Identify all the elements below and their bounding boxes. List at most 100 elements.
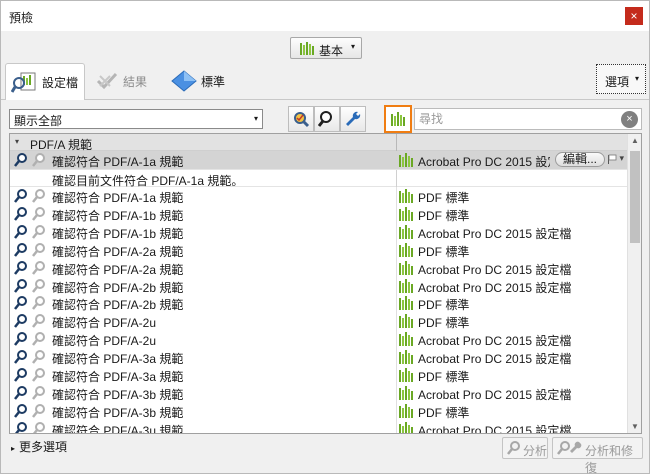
list-item[interactable]: 確認符合 PDF/A-3u 規範 Acrobat Pro DC 2015 設定檔 (10, 419, 627, 434)
column-separator (396, 419, 397, 433)
library-bars-icon (399, 260, 413, 275)
collapse-icon[interactable]: ▾ (15, 137, 19, 146)
select-profile-button[interactable] (288, 106, 314, 132)
scrollbar-thumb[interactable] (630, 151, 640, 243)
list-item[interactable]: 確認符合 PDF/A-3b 規範 PDF 標準 (10, 401, 627, 420)
tab-profiles[interactable]: 設定檔 (5, 63, 85, 100)
profile-library: Acrobat Pro DC 2015 設定檔 (418, 280, 572, 295)
fix-icon[interactable] (31, 332, 46, 346)
list-item[interactable]: 確認符合 PDF/A-2a 規範 Acrobat Pro DC 2015 設定檔 (10, 258, 627, 277)
scroll-down-icon[interactable]: ▼ (631, 422, 639, 431)
profile-name: 確認符合 PDF/A-2u (52, 334, 157, 349)
analyze-button[interactable]: 分析 (502, 437, 548, 459)
edit-button-toolbar[interactable] (340, 106, 366, 132)
profiles-icon (11, 72, 36, 93)
library-bars-icon (399, 206, 413, 221)
fix-icon[interactable] (31, 224, 46, 239)
profile-name: 確認符合 PDF/A-2u (52, 316, 157, 331)
options-button[interactable]: 選項 ▾ (596, 64, 646, 94)
library-bars-icon (399, 421, 413, 433)
profile-name: 確認符合 PDF/A-3b 規範 (52, 387, 184, 402)
list-item[interactable]: 確認符合 PDF/A-2a 規範 PDF 標準 (10, 240, 627, 259)
list-item[interactable]: 確認符合 PDF/A-3a 規範 PDF 標準 (10, 366, 627, 384)
library-bars-icon (399, 278, 413, 293)
profile-name: 確認符合 PDF/A-3b 規範 (52, 405, 184, 420)
list-item[interactable]: 確認符合 PDF/A-3b 規範 Acrobat Pro DC 2015 設定檔 (10, 383, 627, 402)
fix-icon[interactable] (31, 153, 46, 167)
more-options-label: 更多選項 (19, 440, 68, 454)
list-item[interactable]: 確認符合 PDF/A-2b 規範 PDF 標準 (10, 294, 627, 313)
profile-selector[interactable]: 基本 ▾ (290, 37, 362, 59)
expand-icon: ▸ (11, 444, 16, 453)
tab-results[interactable]: 結果 (93, 63, 163, 100)
list-item[interactable]: 確認符合 PDF/A-2u PDF 標準 (10, 312, 627, 331)
vertical-scrollbar[interactable]: ▲ ▼ (627, 134, 641, 433)
flag-dropdown[interactable]: ▾ (607, 153, 624, 164)
magnifier-icon[interactable] (13, 278, 28, 293)
search-field[interactable]: × (414, 108, 642, 130)
profile-name: 確認符合 PDF/A-3a 規範 (52, 352, 184, 367)
magnifier-icon[interactable] (13, 242, 28, 257)
list-item[interactable]: 確認符合 PDF/A-1a 規範 PDF 標準 (10, 187, 627, 205)
column-separator (396, 330, 397, 349)
fix-icon[interactable] (31, 242, 46, 257)
profile-name: 確認符合 PDF/A-2a 規範 (52, 262, 184, 277)
magnifier-icon[interactable] (13, 296, 28, 311)
analyze-and-fix-button[interactable]: 分析和修復 (552, 437, 643, 475)
magnifier-icon[interactable] (13, 403, 28, 418)
magnifier-icon[interactable] (13, 260, 28, 275)
fix-icon[interactable] (31, 385, 46, 400)
fix-icon[interactable] (31, 350, 46, 364)
list-item[interactable]: 確認符合 PDF/A-3a 規範 Acrobat Pro DC 2015 設定檔 (10, 348, 627, 367)
list-item-selected[interactable]: 確認符合 PDF/A-1a 規範 Acrobat Pro DC 2015 設定檔… (10, 151, 627, 169)
list-item[interactable]: 確認符合 PDF/A-2u Acrobat Pro DC 2015 設定檔 (10, 330, 627, 349)
fix-icon[interactable] (31, 189, 46, 203)
magnifier-icon[interactable] (13, 153, 28, 167)
flag-icon (608, 154, 617, 164)
group-header-pdfa[interactable]: ▾ PDF/A 規範 (10, 134, 627, 152)
magnifier-icon[interactable] (13, 421, 28, 434)
more-options-toggle[interactable]: ▸ 更多選項 (11, 438, 67, 455)
filter-select[interactable]: 顯示全部 ▾ (9, 109, 263, 129)
clear-search-icon[interactable]: × (621, 111, 638, 128)
magnifier-icon[interactable] (13, 189, 28, 203)
analyze-and-fix-label: 分析和修復 (585, 444, 634, 475)
chevron-down-icon: ▾ (619, 153, 625, 163)
profile-library: PDF 標準 (418, 298, 470, 313)
fix-icon[interactable] (31, 421, 46, 434)
list-item[interactable]: 確認符合 PDF/A-1b 規範 PDF 標準 (10, 204, 627, 223)
edit-button[interactable]: 編輯... (555, 152, 605, 167)
fix-icon[interactable] (31, 296, 46, 311)
fix-icon[interactable] (31, 403, 46, 418)
search-input[interactable] (419, 111, 609, 127)
magnifier-icon[interactable] (13, 368, 28, 382)
column-separator (396, 170, 397, 188)
analyze-button-toolbar[interactable] (314, 106, 340, 132)
tab-standards[interactable]: 標準 (169, 63, 239, 100)
column-separator (396, 187, 397, 205)
fix-icon[interactable] (31, 260, 46, 275)
list-item[interactable]: 確認符合 PDF/A-1b 規範 Acrobat Pro DC 2015 設定檔 (10, 222, 627, 241)
magnifier-icon[interactable] (13, 350, 28, 364)
column-separator (396, 240, 397, 259)
magnifier-icon[interactable] (13, 314, 28, 329)
magnifier-icon[interactable] (13, 332, 28, 346)
profile-library: Acrobat Pro DC 2015 設定檔 (418, 352, 572, 367)
fix-icon[interactable] (31, 314, 46, 329)
close-button[interactable]: × (625, 7, 643, 25)
fix-icon[interactable] (31, 368, 46, 382)
column-separator (396, 258, 397, 277)
profile-name: 確認符合 PDF/A-1a 規範 (52, 191, 184, 205)
column-separator (396, 383, 397, 402)
analyze-fix-icon (557, 441, 582, 455)
magnifier-icon[interactable] (13, 385, 28, 400)
column-separator (396, 366, 397, 384)
magnifier-icon[interactable] (13, 206, 28, 221)
magnifier-icon[interactable] (13, 224, 28, 239)
library-toggle-button[interactable] (384, 105, 412, 133)
fix-icon[interactable] (31, 278, 46, 293)
fix-icon[interactable] (31, 206, 46, 221)
scroll-up-icon[interactable]: ▲ (631, 136, 639, 145)
list-item[interactable]: 確認符合 PDF/A-2b 規範 Acrobat Pro DC 2015 設定檔 (10, 276, 627, 295)
profile-name: 確認符合 PDF/A-2a 規範 (52, 244, 184, 259)
